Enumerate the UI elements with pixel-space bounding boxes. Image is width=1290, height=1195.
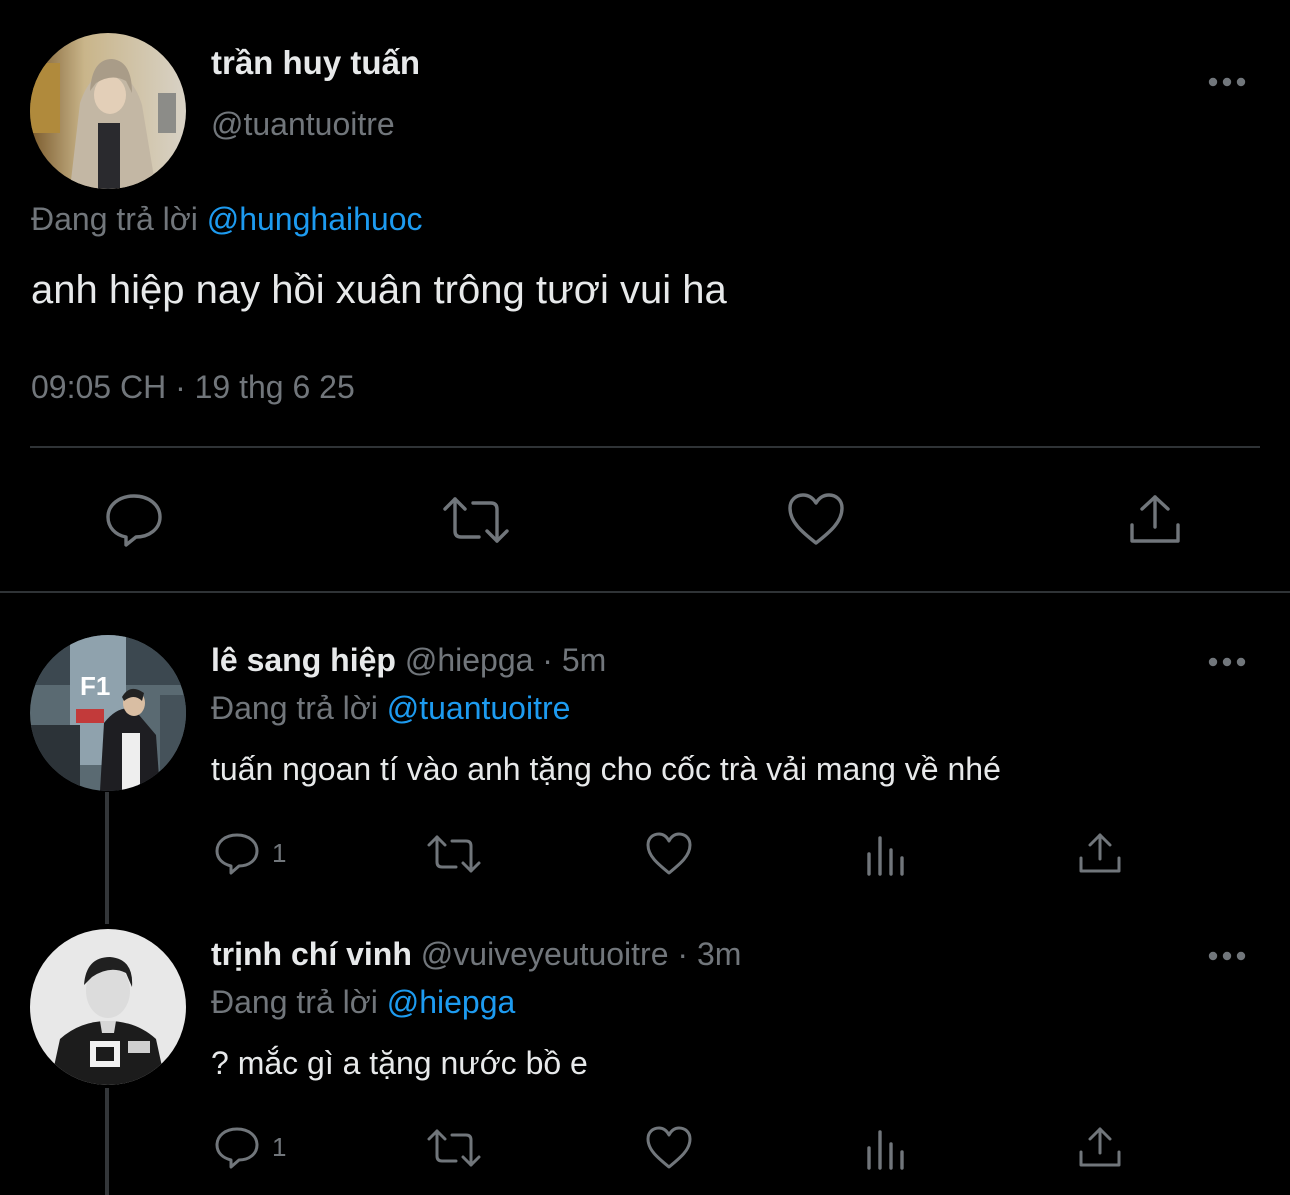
thread-line (105, 1088, 109, 1195)
share-icon[interactable] (1078, 832, 1122, 874)
section-divider (0, 591, 1290, 593)
like-icon[interactable] (645, 831, 693, 877)
reply-count: 1 (272, 838, 287, 868)
more-icon[interactable] (1208, 948, 1246, 964)
avatar[interactable]: F1 (30, 635, 186, 791)
handle-and-time[interactable]: @hiepga · 5m (405, 642, 606, 678)
display-name[interactable]: trần huy tuấn (211, 44, 420, 82)
share-icon[interactable] (1128, 493, 1182, 545)
views-icon[interactable] (864, 832, 908, 876)
replying-prefix: Đang trả lời (211, 690, 378, 726)
retweet-icon[interactable] (441, 495, 511, 545)
avatar[interactable] (30, 33, 186, 189)
display-name[interactable]: lê sang hiệp (211, 642, 396, 678)
tweet-text: tuấn ngoan tí vào anh tặng cho cốc trà v… (211, 751, 1001, 787)
retweet-icon[interactable] (426, 1128, 482, 1168)
replying-to-link[interactable]: @hiepga (387, 984, 516, 1020)
reply-icon[interactable] (104, 492, 164, 548)
reply-count: 1 (272, 1132, 287, 1162)
retweet-icon[interactable] (426, 834, 482, 874)
reply-header: trịnh chí vinh @vuiveyeutuoitre · 3m (211, 936, 741, 973)
svg-text:F1: F1 (80, 671, 110, 701)
display-name[interactable]: trịnh chí vinh (211, 936, 412, 972)
replying-prefix: Đang trả lời (31, 201, 198, 237)
divider (30, 446, 1260, 448)
more-icon[interactable] (1208, 74, 1246, 90)
replying-to-link[interactable]: @hunghaihuoc (207, 201, 423, 237)
reply-icon[interactable] (214, 832, 260, 876)
reply-icon[interactable] (214, 1126, 260, 1170)
share-icon[interactable] (1078, 1126, 1122, 1168)
like-icon[interactable] (645, 1125, 693, 1171)
tweet-timestamp[interactable]: 09:05 CH · 19 thg 6 25 (31, 369, 355, 406)
replying-to-line: Đang trả lời @hiepga (211, 984, 515, 1021)
views-icon[interactable] (864, 1126, 908, 1170)
tweet-text: ? mắc gì a tặng nước bồ e (211, 1045, 588, 1081)
reply-header: lê sang hiệp @hiepga · 5m (211, 642, 606, 679)
replying-to-line: Đang trả lời @tuantuoitre (211, 690, 570, 727)
tweet-text: anh hiệp nay hồi xuân trông tươi vui ha (31, 268, 727, 312)
thread-line (105, 792, 109, 924)
handle-and-time[interactable]: @vuiveyeutuoitre · 3m (421, 936, 742, 972)
user-handle[interactable]: @tuantuoitre (211, 106, 395, 143)
replying-to-link[interactable]: @tuantuoitre (387, 690, 571, 726)
replying-prefix: Đang trả lời (211, 984, 378, 1020)
avatar[interactable] (30, 929, 186, 1085)
more-icon[interactable] (1208, 654, 1246, 670)
like-icon[interactable] (786, 491, 846, 547)
replying-to-line: Đang trả lời @hunghaihuoc (31, 201, 422, 238)
